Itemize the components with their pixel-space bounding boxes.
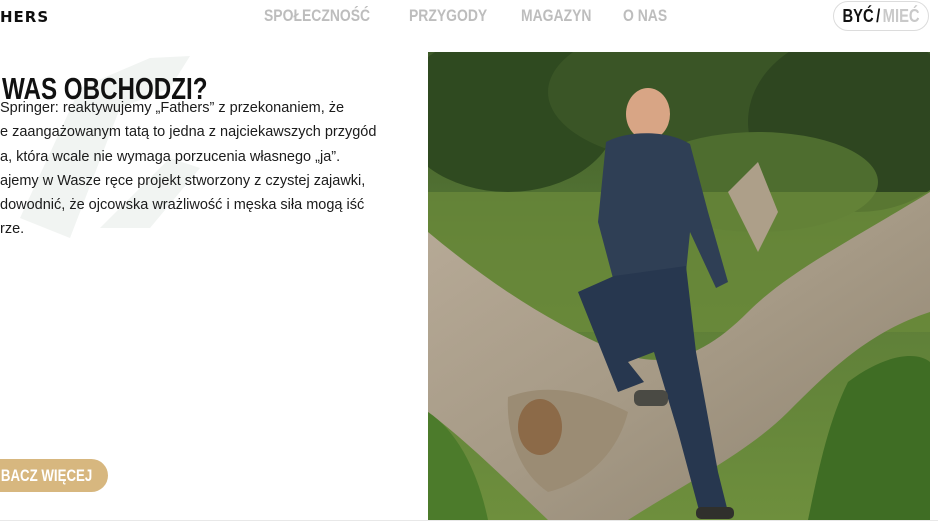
read-more-label: BACZ WIĘCEJ xyxy=(1,465,93,485)
toggle-active-label[interactable]: BYĆ xyxy=(842,6,873,27)
photo-illustration xyxy=(428,52,930,520)
nav-item-przygody[interactable]: PRZYGODY xyxy=(409,4,487,28)
paragraph-line: a, która wcale nie wymaga porzucenia wła… xyxy=(0,148,341,165)
toggle-inactive-label[interactable]: MIEĆ xyxy=(883,6,920,27)
nav-item-spolecznosc[interactable]: SPOŁECZNOŚĆ xyxy=(264,4,370,28)
site-logo[interactable]: HERS xyxy=(0,6,49,28)
paragraph-line: e zaangażowanym tatą to jedna z najcieka… xyxy=(0,124,377,141)
paragraph-line: dowodnić, że ojcowska wrażliwość i męska… xyxy=(0,197,365,214)
nav-item-o-nas[interactable]: O NAS xyxy=(623,4,667,28)
read-more-button[interactable]: BACZ WIĘCEJ xyxy=(0,459,108,492)
main-nav: SPOŁECZNOŚĆ PRZYGODY MAGAZYN O NAS xyxy=(264,4,667,28)
toggle-separator: / xyxy=(876,5,881,26)
byc-miec-toggle[interactable]: BYĆ / MIEĆ xyxy=(833,1,929,31)
intro-paragraph: Springer: reaktywujemy „Fathers” z przek… xyxy=(0,96,390,242)
paragraph-line: Springer: reaktywujemy „Fathers” z przek… xyxy=(0,100,345,116)
nav-item-magazyn[interactable]: MAGAZYN xyxy=(521,4,591,28)
hero-photo-man-on-tree xyxy=(428,52,930,520)
paragraph-line: ajemy w Wasze ręce projekt stworzony z c… xyxy=(0,172,366,189)
footer-divider xyxy=(0,520,938,521)
paragraph-line: rze. xyxy=(0,221,25,238)
